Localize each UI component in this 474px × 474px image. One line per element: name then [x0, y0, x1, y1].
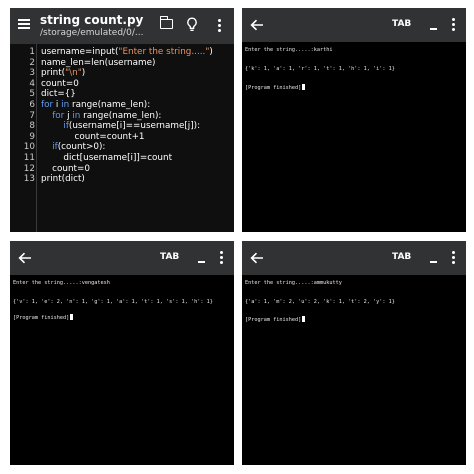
terminal-output[interactable]: Enter the string.....:vengatesh {'v': 1,…	[10, 275, 234, 465]
code-line: 7 for j in range(name_len):	[10, 111, 234, 121]
code-line: 13 print(dict)	[10, 174, 234, 184]
code-line: 9 count=count+1	[10, 132, 234, 142]
more-options-icon[interactable]	[220, 251, 224, 265]
underscore-key[interactable]	[429, 18, 439, 32]
line-number: 9	[29, 131, 35, 142]
code-text: for j in range(name_len):	[52, 110, 162, 121]
line-number: 2	[29, 57, 35, 68]
terminal-toolbar: TAB	[242, 241, 466, 275]
back-arrow-icon[interactable]	[250, 252, 264, 264]
terminal-output[interactable]: Enter the string.....:karthi {'k': 1, 'a…	[242, 42, 466, 232]
back-arrow-icon[interactable]	[250, 19, 264, 31]
code-line: 10 if(count>0):	[10, 142, 234, 152]
code-line: 8 if(username[i]==username[j]):	[10, 121, 234, 131]
code-editor-panel: string count.py /storage/emulated/0/... …	[10, 8, 234, 232]
terminal-panel-2: TAB Enter the string.....:vengatesh {'v'…	[10, 241, 234, 465]
more-options-icon[interactable]	[452, 18, 456, 32]
tab-button[interactable]: TAB	[392, 19, 411, 29]
code-text: name_len=len(username)	[41, 57, 156, 68]
line-number: 13	[23, 174, 35, 185]
more-options-icon[interactable]	[218, 19, 222, 33]
back-arrow-icon[interactable]	[18, 252, 32, 264]
code-text: if(count>0):	[52, 142, 106, 153]
terminal-toolbar: TAB	[242, 8, 466, 42]
terminal-output[interactable]: Enter the string.....:ammukutty {'a': 1,…	[242, 275, 466, 465]
line-number: 5	[29, 89, 35, 100]
code-text: print(dict)	[41, 174, 85, 185]
finished-text: [Program finished]	[245, 317, 302, 323]
finished-text: [Program finished]	[13, 315, 70, 321]
lightbulb-icon[interactable]	[186, 17, 198, 33]
line-number: 3	[29, 68, 35, 79]
code-line: 1 username=input("Enter the string.....")	[10, 47, 234, 57]
terminal-panel-1: TAB Enter the string.....:karthi {'k': 1…	[242, 8, 466, 232]
code-text: count=0	[41, 163, 90, 174]
prompt-line: Enter the string.....:ammukutty	[245, 280, 342, 286]
line-number: 6	[29, 100, 35, 110]
code-line: 11 dict[username[i]]=count	[10, 153, 234, 163]
finished-text: [Program finished]	[245, 85, 302, 91]
output-line: {'v': 1, 'e': 2, 'n': 1, 'g': 1, 'a': 1,…	[13, 299, 213, 305]
code-line: 2 name_len=len(username)	[10, 58, 234, 68]
line-number: 1	[29, 47, 35, 57]
finished-line: [Program finished]	[245, 316, 306, 323]
terminal-toolbar: TAB	[10, 241, 234, 275]
code-text: if(username[i]==username[j]):	[63, 121, 201, 132]
code-text: print("\n")	[41, 68, 86, 79]
code-text: count=count+1	[41, 131, 145, 142]
output-line: {'k': 1, 'a': 1, 'r': 1, 't': 1, 'h': 1,…	[245, 66, 395, 72]
line-number: 12	[23, 163, 35, 174]
tab-button[interactable]: TAB	[392, 252, 411, 262]
code-line: 4 count=0	[10, 79, 234, 89]
line-number: 11	[23, 153, 35, 163]
prompt-line: Enter the string.....:vengatesh	[13, 280, 110, 286]
file-path: /storage/emulated/0/...	[40, 28, 144, 38]
more-options-icon[interactable]	[452, 251, 456, 265]
code-text: dict={}	[41, 89, 76, 100]
output-line: {'a': 1, 'm': 2, 'u': 2, 'k': 1, 't': 2,…	[245, 299, 395, 305]
cursor	[70, 314, 74, 320]
line-number: 10	[23, 142, 35, 153]
finished-line: [Program finished]	[245, 84, 306, 91]
line-number: 8	[29, 121, 35, 132]
code-text: for i in range(name_len):	[41, 100, 151, 110]
file-title: string count.py	[40, 13, 144, 27]
underscore-key[interactable]	[197, 251, 207, 265]
terminal-panel-3: TAB Enter the string.....:ammukutty {'a'…	[242, 241, 466, 465]
tab-button[interactable]: TAB	[160, 252, 179, 262]
code-area[interactable]: 1 username=input("Enter the string.....")…	[10, 44, 234, 232]
underscore-key[interactable]	[429, 251, 439, 265]
code-line: 5 dict={}	[10, 89, 234, 99]
code-line: 3 print("\n")	[10, 68, 234, 78]
cursor	[302, 84, 306, 90]
prompt-line: Enter the string.....:karthi	[245, 47, 333, 53]
line-number: 7	[29, 110, 35, 121]
folder-icon[interactable]	[159, 16, 173, 29]
code-text: count=0	[41, 78, 79, 89]
code-line: 6 for i in range(name_len):	[10, 100, 234, 110]
menu-icon[interactable]	[18, 19, 30, 29]
finished-line: [Program finished]	[13, 314, 74, 321]
code-line: 12 count=0	[10, 164, 234, 174]
code-text: username=input("Enter the string.....")	[41, 47, 213, 57]
cursor	[302, 316, 306, 322]
code-text: dict[username[i]]=count	[41, 153, 173, 163]
line-number: 4	[29, 78, 35, 89]
editor-toolbar: string count.py /storage/emulated/0/...	[10, 8, 234, 44]
